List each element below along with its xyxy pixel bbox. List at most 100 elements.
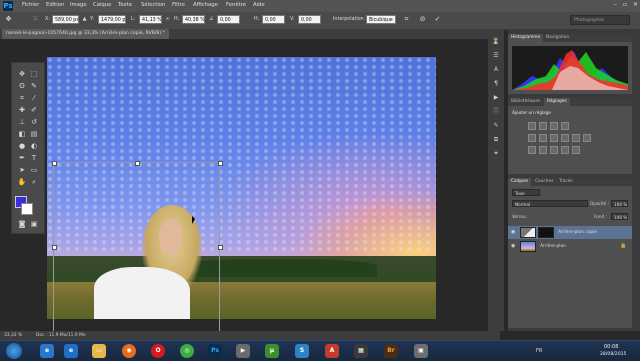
- type-tool-icon[interactable]: T: [29, 153, 39, 163]
- clone-source-icon[interactable]: ⧉: [491, 135, 501, 145]
- transform-handle-top[interactable]: [135, 161, 140, 166]
- styles-icon[interactable]: ✦: [491, 149, 501, 159]
- menu-calque[interactable]: Calque: [93, 2, 111, 8]
- shape-tool-icon[interactable]: ▭: [29, 165, 39, 175]
- posterize-icon[interactable]: [539, 146, 547, 154]
- width-field[interactable]: 41,13 %: [139, 15, 162, 24]
- character-icon[interactable]: A: [491, 65, 501, 75]
- tab-histogram[interactable]: Histogramme: [508, 34, 544, 42]
- eyedropper-tool-icon[interactable]: ⁄: [29, 93, 39, 103]
- quick-mask-icon[interactable]: ◙: [17, 219, 27, 229]
- transform-bounding-box[interactable]: [52, 161, 223, 332]
- quick-select-tool-icon[interactable]: ✎: [29, 81, 39, 91]
- gradient-map-icon[interactable]: [561, 146, 569, 154]
- utorrent-icon[interactable]: µ: [265, 344, 279, 358]
- minimize-button[interactable]: –: [614, 1, 617, 8]
- menu-selection[interactable]: Sélection: [141, 2, 165, 8]
- workspace-search[interactable]: Photographie: [570, 15, 630, 25]
- lasso-tool-icon[interactable]: ʘ: [17, 81, 27, 91]
- menu-affichage[interactable]: Affichage: [193, 2, 218, 8]
- marquee-tool-icon[interactable]: ⬚: [29, 69, 39, 79]
- channel-mixer-icon[interactable]: [583, 134, 591, 142]
- brightness-icon[interactable]: [528, 122, 536, 130]
- transform-handle-left[interactable]: [52, 245, 57, 250]
- transform-handle-tl[interactable]: [52, 161, 57, 166]
- bridge-icon[interactable]: Br: [384, 344, 398, 358]
- path-select-tool-icon[interactable]: ➤: [17, 165, 27, 175]
- visibility-eye-icon[interactable]: ◉: [511, 243, 518, 250]
- screen-mode-icon[interactable]: ▣: [29, 219, 39, 229]
- vskew-field[interactable]: 0,00: [298, 15, 321, 24]
- pen-tool-icon[interactable]: ✒: [17, 153, 27, 163]
- close-button[interactable]: ✕: [633, 1, 638, 8]
- menu-edition[interactable]: Edition: [46, 2, 64, 8]
- chrome-icon[interactable]: ◎: [180, 344, 194, 358]
- link-icon[interactable]: ∞: [163, 15, 172, 24]
- selective-color-icon[interactable]: [572, 146, 580, 154]
- menu-fenetre[interactable]: Fenêtre: [226, 2, 246, 8]
- gradient-tool-icon[interactable]: ▤: [29, 129, 39, 139]
- skype-icon[interactable]: S: [295, 344, 309, 358]
- menu-aide[interactable]: Aide: [253, 2, 265, 8]
- curves-icon[interactable]: [550, 122, 558, 130]
- eraser-tool-icon[interactable]: ◧: [17, 129, 27, 139]
- hand-tool-icon[interactable]: ✋: [17, 177, 27, 187]
- document-tab[interactable]: nansel-le-pagoon-1057640.jpg @ 33,3% (Ar…: [2, 29, 169, 39]
- tab-channels[interactable]: Couches: [532, 178, 556, 186]
- layer-row-copy[interactable]: ◉ Arrière-plan copie: [508, 226, 632, 239]
- y-field[interactable]: 1479,00 px: [98, 15, 126, 24]
- height-field[interactable]: 40,38 %: [182, 15, 205, 24]
- brush-presets-icon[interactable]: ✎: [491, 121, 501, 131]
- commit-transform-icon[interactable]: ✓: [433, 15, 442, 24]
- clock-time[interactable]: 00:08: [604, 344, 618, 350]
- firefox-icon[interactable]: ◉: [122, 344, 136, 358]
- interpolation-select[interactable]: Bicubique: [366, 15, 396, 24]
- move-tool-icon[interactable]: ✥: [17, 69, 27, 79]
- menu-texte[interactable]: Texte: [118, 2, 132, 8]
- transform-tool-icon[interactable]: ✥: [4, 15, 13, 24]
- layer-name[interactable]: Arrière-plan: [540, 244, 566, 249]
- delta-icon[interactable]: ▲: [80, 15, 89, 24]
- photoshop-taskbar-icon[interactable]: Ps: [208, 344, 222, 358]
- transform-handle-right[interactable]: [218, 245, 223, 250]
- menu-fichier[interactable]: Fichier: [22, 2, 39, 8]
- history-icon[interactable]: ⌛: [491, 37, 501, 47]
- tab-adjustments[interactable]: Réglages: [544, 98, 570, 106]
- cancel-transform-icon[interactable]: ⊘: [418, 15, 427, 24]
- invert-icon[interactable]: [528, 146, 536, 154]
- app-icon[interactable]: ▦: [354, 344, 368, 358]
- vibrance-icon[interactable]: [528, 134, 536, 142]
- stamp-tool-icon[interactable]: ⊥: [17, 117, 27, 127]
- photo-filter-icon[interactable]: [572, 134, 580, 142]
- paragraph-icon[interactable]: ¶: [491, 79, 501, 89]
- pdf-icon[interactable]: A: [325, 344, 339, 358]
- properties-icon[interactable]: ☰: [491, 51, 501, 61]
- crop-tool-icon[interactable]: ⌗: [17, 93, 27, 103]
- menu-filtre[interactable]: Filtre: [172, 2, 185, 8]
- archive-icon[interactable]: ▣: [414, 344, 428, 358]
- maximize-button[interactable]: ▫: [623, 1, 627, 8]
- hskew-field[interactable]: 0,00: [262, 15, 285, 24]
- actions-icon[interactable]: ▶: [491, 93, 501, 103]
- warp-icon[interactable]: ⌗: [402, 15, 411, 24]
- dodge-tool-icon[interactable]: ◐: [29, 141, 39, 151]
- x-field[interactable]: 589,00 px: [52, 15, 79, 24]
- angle-field[interactable]: 0,00: [217, 15, 240, 24]
- explorer-icon[interactable]: ▭: [92, 344, 106, 358]
- zoom-level[interactable]: 33,33 %: [4, 333, 22, 338]
- visibility-eye-icon[interactable]: ◉: [511, 229, 518, 236]
- blend-mode-select[interactable]: Normal: [512, 200, 588, 207]
- color-balance-icon[interactable]: [550, 134, 558, 142]
- media-player-icon[interactable]: ▶: [236, 344, 250, 358]
- zoom-tool-icon[interactable]: ⌕: [29, 177, 39, 187]
- fill-field[interactable]: 100 %: [611, 213, 628, 220]
- menu-image[interactable]: Image: [70, 2, 87, 8]
- info-icon[interactable]: ⓘ: [491, 107, 501, 117]
- threshold-icon[interactable]: [550, 146, 558, 154]
- ie-icon[interactable]: e: [40, 344, 54, 358]
- layer-row-background[interactable]: ◉ Arrière-plan 🔒: [508, 240, 632, 253]
- blur-tool-icon[interactable]: ●: [17, 141, 27, 151]
- background-color-swatch[interactable]: [21, 203, 33, 215]
- tab-libraries[interactable]: Bibliothèques: [508, 98, 543, 106]
- brush-tool-icon[interactable]: ✐: [29, 105, 39, 115]
